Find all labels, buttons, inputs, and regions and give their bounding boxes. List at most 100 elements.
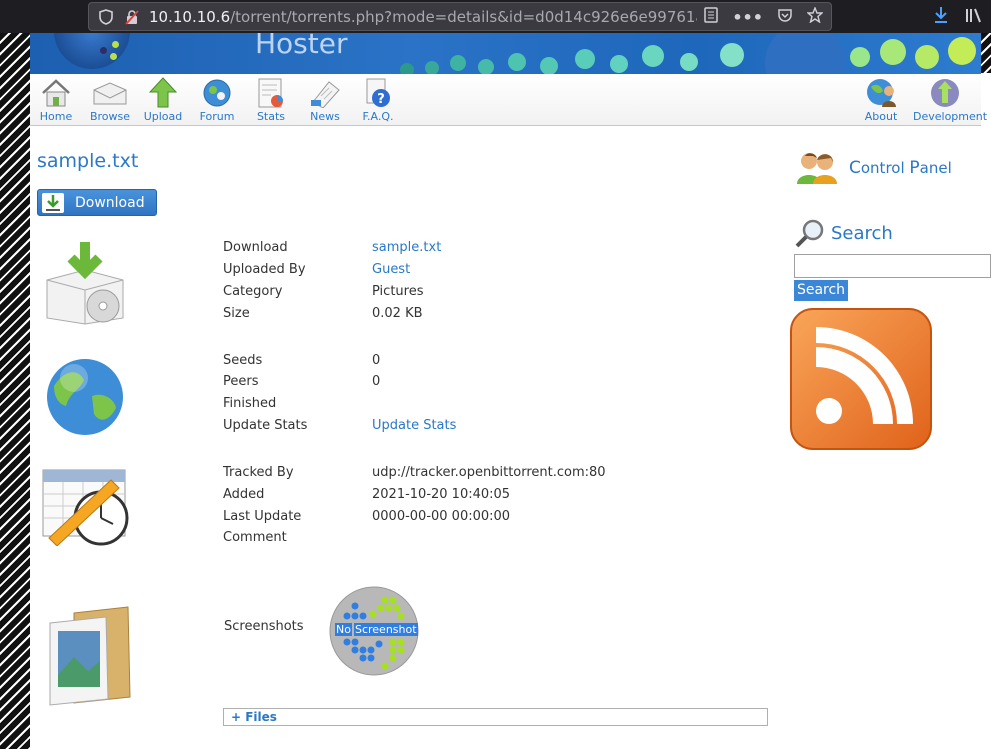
screenshot-placeholder[interactable]: No Screenshot <box>329 586 419 676</box>
download-file-link[interactable]: sample.txt <box>372 240 441 255</box>
banner-dot <box>478 59 494 74</box>
nav-label: News <box>310 110 340 123</box>
about-icon <box>863 76 899 110</box>
cp-initial-c: C <box>849 158 861 178</box>
forum-icon <box>199 76 235 110</box>
nav-forum[interactable]: Forum <box>192 76 242 123</box>
calendar-clock-icon <box>42 469 129 546</box>
cp-text-1: ontrol <box>860 159 910 177</box>
insecure-lock-icon[interactable] <box>123 8 141 26</box>
tracker-value: udp://tracker.openbittorrent.com:80 <box>372 465 606 480</box>
banner-dot <box>880 39 906 65</box>
nav-faq[interactable]: ? F.A.Q. <box>353 76 403 123</box>
banner-dot <box>508 53 526 71</box>
seeds-value: 0 <box>372 353 381 368</box>
site-logo <box>54 33 130 69</box>
banner-dot <box>765 33 845 74</box>
banner-dot <box>450 55 466 71</box>
banner-dot <box>915 45 939 69</box>
download-box-icon <box>46 242 124 325</box>
search-button[interactable]: Search <box>794 280 848 301</box>
label-comment: Comment <box>223 530 287 545</box>
browse-icon <box>92 76 128 110</box>
torrent-title: sample.txt <box>37 150 139 172</box>
banner-dot <box>720 43 744 67</box>
stats-icon <box>253 76 289 110</box>
reader-view-icon[interactable] <box>704 7 719 27</box>
label-peers: Peers <box>223 374 259 389</box>
cp-text-2: anel <box>919 159 952 177</box>
search-input[interactable] <box>794 254 991 278</box>
banner-dot <box>575 49 595 69</box>
url-text[interactable]: 10.10.10.6/torrent/torrents.php?mode=det… <box>149 8 697 26</box>
screenshot-text: Screenshot <box>353 623 418 636</box>
magnifier-icon <box>795 219 824 248</box>
label-finished: Finished <box>223 396 277 411</box>
banner-dot <box>400 63 414 74</box>
folder-pictures-icon <box>49 606 131 706</box>
label-seeds: Seeds <box>223 353 263 368</box>
search-title: Search <box>831 222 893 244</box>
browser-toolbar: 10.10.10.6/torrent/torrents.php?mode=det… <box>0 0 991 33</box>
banner-dot <box>540 57 558 74</box>
files-toggle[interactable]: + Files <box>223 708 768 726</box>
nav-label: Upload <box>143 110 183 123</box>
site-banner: Hoster <box>30 33 981 74</box>
download-button[interactable]: Download <box>37 189 157 216</box>
address-bar[interactable]: 10.10.10.6/torrent/torrents.php?mode=det… <box>88 2 832 31</box>
nav-stats[interactable]: Stats <box>246 76 296 123</box>
label-screenshots: Screenshots <box>224 619 304 634</box>
downloads-icon[interactable] <box>933 6 949 28</box>
uploader-link[interactable]: Guest <box>372 262 410 277</box>
page-border-right <box>981 33 991 73</box>
nav-home[interactable]: Home <box>31 76 81 123</box>
nav-about[interactable]: About <box>856 76 906 123</box>
added-value: 2021-10-20 10:40:05 <box>372 487 511 502</box>
pocket-icon[interactable] <box>777 7 793 27</box>
control-panel-label: Control Panel <box>849 158 952 178</box>
nav-label: About <box>864 110 898 123</box>
banner-title: Hoster <box>255 33 348 60</box>
nav-label: Home <box>39 110 73 123</box>
download-button-label: Download <box>75 194 145 211</box>
size-value: 0.02 KB <box>372 306 423 321</box>
banner-dot <box>110 53 117 60</box>
last-update-value: 0000-00-00 00:00:00 <box>372 509 511 524</box>
nav-label: Development <box>913 110 988 123</box>
cp-initial-p: P <box>909 158 920 178</box>
banner-dot <box>850 47 870 67</box>
no-text: No <box>335 623 352 636</box>
nav-upload[interactable]: Upload <box>138 76 188 123</box>
banner-dot <box>680 53 698 71</box>
development-icon <box>927 76 963 110</box>
nav-label: Stats <box>256 110 286 123</box>
page-border-left <box>0 33 30 749</box>
nav-label: F.A.Q. <box>362 110 394 123</box>
banner-dot <box>112 41 119 48</box>
update-stats-link[interactable]: Update Stats <box>372 418 456 433</box>
category-value: Pictures <box>372 284 424 299</box>
upload-icon <box>145 76 181 110</box>
users-icon <box>797 153 837 184</box>
search-heading: Search <box>795 218 893 248</box>
library-icon[interactable] <box>965 7 983 27</box>
label-category: Category <box>223 284 283 299</box>
shield-icon[interactable] <box>97 8 115 26</box>
banner-dot <box>425 61 439 74</box>
label-uploaded-by: Uploaded By <box>223 262 306 277</box>
news-icon <box>307 76 343 110</box>
bookmark-star-icon[interactable] <box>806 6 824 27</box>
nav-development[interactable]: Development <box>913 76 988 123</box>
more-actions-icon[interactable]: ••• <box>732 8 763 27</box>
main-nav: Home Browse Upload Forum Stats News ? F.… <box>30 74 988 126</box>
control-panel-link[interactable]: Control Panel <box>795 150 952 186</box>
nav-browse[interactable]: Browse <box>85 76 135 123</box>
label-update-stats: Update Stats <box>223 418 308 433</box>
nav-news[interactable]: News <box>300 76 350 123</box>
svg-text:?: ? <box>377 92 385 107</box>
rss-feed-icon[interactable] <box>789 307 933 451</box>
banner-dot <box>642 45 664 67</box>
banner-dot <box>100 47 107 54</box>
url-path: /torrent/torrents.php?mode=details&id=d0… <box>230 7 697 26</box>
peers-value: 0 <box>372 374 381 389</box>
